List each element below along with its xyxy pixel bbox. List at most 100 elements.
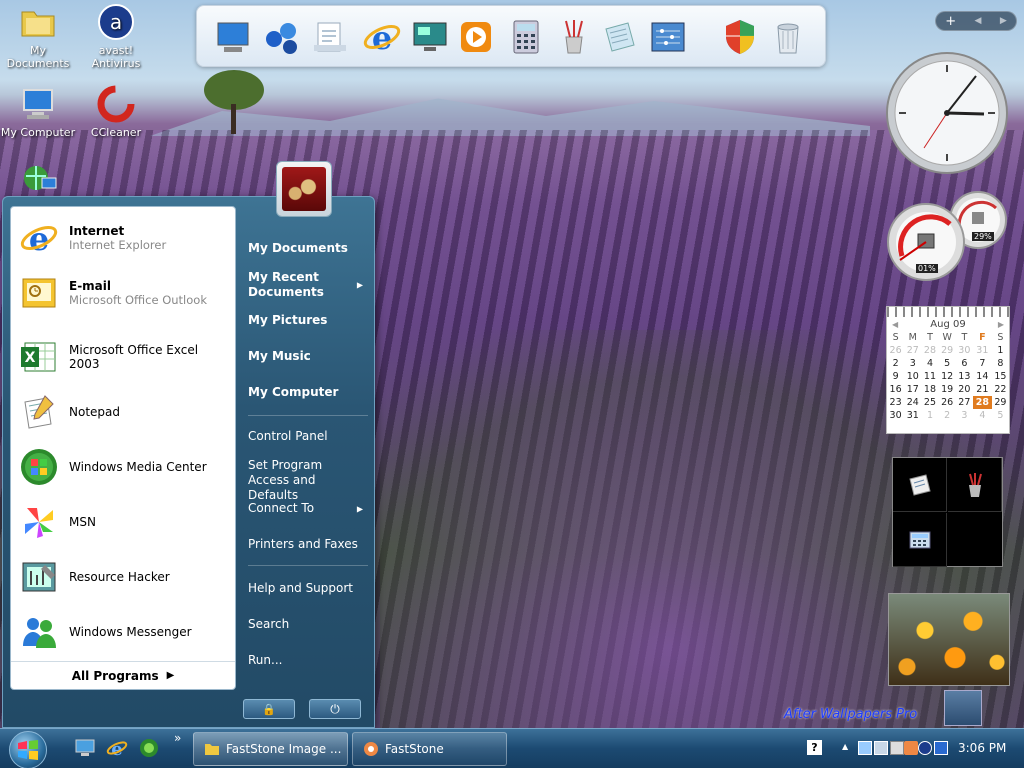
clock-gadget[interactable]: [884, 50, 1010, 176]
calendar-day[interactable]: 2: [939, 409, 956, 422]
calendar-day[interactable]: 4: [921, 357, 938, 370]
calendar-day[interactable]: 29: [939, 344, 956, 357]
power-button[interactable]: ⏻: [309, 699, 361, 719]
place-my-documents[interactable]: My Documents: [243, 241, 369, 256]
calendar-today[interactable]: 28: [972, 396, 992, 409]
calendar-day[interactable]: 26: [887, 344, 904, 357]
calendar-day[interactable]: 15: [992, 370, 1009, 383]
prev-gadget-button[interactable]: ◀: [975, 16, 982, 26]
calendar-day[interactable]: 10: [904, 370, 921, 383]
pinned-email[interactable]: E-mail Microsoft Office Outlook: [17, 268, 231, 318]
place-set-program-access[interactable]: Set Program Access and Defaults: [243, 458, 369, 503]
desktop-icon-my-computer[interactable]: My Computer: [0, 84, 76, 139]
calendar-prev-button[interactable]: ◀: [892, 320, 898, 329]
calendar-day[interactable]: 21: [973, 383, 992, 396]
calendar-day[interactable]: 4: [973, 409, 992, 422]
recent-program-resource-hacker[interactable]: Resource Hacker: [17, 552, 231, 602]
calendar-day[interactable]: 3: [956, 409, 973, 422]
monitor-icon[interactable]: [407, 14, 453, 60]
security-shield-icon[interactable]: [717, 14, 763, 60]
paint-brushes-icon[interactable]: [551, 14, 597, 60]
place-my-recent-documents[interactable]: My Recent Documents ▶: [243, 270, 369, 300]
safely-remove-tray-icon[interactable]: [890, 741, 904, 755]
place-search[interactable]: Search: [243, 617, 369, 632]
calendar-day[interactable]: 9: [887, 370, 904, 383]
word-tray-icon[interactable]: [934, 741, 948, 755]
desktop-icon-avast[interactable]: a avast! Antivirus: [78, 2, 154, 70]
show-hidden-icons-button[interactable]: ▲: [842, 742, 848, 751]
computer-icon[interactable]: [211, 14, 257, 60]
recent-program-excel[interactable]: X Microsoft Office Excel 2003: [17, 332, 231, 382]
place-printers-and-faxes[interactable]: Printers and Faxes: [243, 537, 369, 552]
calendar-day[interactable]: 8: [992, 357, 1009, 370]
calendar-day[interactable]: 26: [939, 396, 956, 409]
calendar-day[interactable]: 13: [956, 370, 973, 383]
calculator-icon[interactable]: [503, 14, 549, 60]
quick-launch-overflow-button[interactable]: »: [174, 731, 181, 745]
calendar-day[interactable]: 11: [921, 370, 938, 383]
desktop-icon-ccleaner[interactable]: CCleaner: [78, 84, 154, 139]
calendar-gadget[interactable]: ◀ Aug 09 ▶ S M T W T F S 26 27 28 29 30 31 1 2 3 4 5 6 7 8 9 1…: [886, 306, 1010, 434]
paint-brushes-icon[interactable]: [948, 458, 1002, 512]
calendar-day[interactable]: 30: [956, 344, 973, 357]
calendar-day[interactable]: 1: [921, 409, 938, 422]
calendar-next-button[interactable]: ▶: [998, 320, 1004, 329]
calendar-day[interactable]: 2: [887, 357, 904, 370]
taskbar-button-faststone[interactable]: FastStone: [352, 732, 507, 766]
desktop-icon-my-documents[interactable]: My Documents: [0, 2, 76, 70]
internet-explorer-icon[interactable]: e: [106, 737, 128, 759]
calendar-day[interactable]: 14: [973, 370, 992, 383]
place-my-pictures[interactable]: My Pictures: [243, 313, 369, 328]
calendar-day[interactable]: 12: [939, 370, 956, 383]
taskbar-button-faststone-image[interactable]: FastStone Image ...: [193, 732, 348, 766]
internet-explorer-icon[interactable]: e: [359, 14, 405, 60]
media-player-icon[interactable]: [453, 14, 499, 60]
taskbar-clock[interactable]: 3:06 PM: [958, 741, 1006, 755]
add-gadget-button[interactable]: +: [945, 14, 956, 29]
control-panel-icon[interactable]: [645, 14, 691, 60]
wallpaper-thumbnail[interactable]: [944, 690, 982, 726]
calculator-icon[interactable]: [893, 513, 947, 567]
calendar-day[interactable]: 16: [887, 383, 904, 396]
desktop-icon-network[interactable]: [0, 158, 76, 200]
calendar-day[interactable]: 27: [904, 344, 921, 357]
network-tray-icon[interactable]: [858, 741, 872, 755]
calendar-day[interactable]: 5: [939, 357, 956, 370]
calendar-day[interactable]: 28: [921, 344, 938, 357]
faststone-tray-icon[interactable]: [904, 741, 918, 755]
place-my-computer[interactable]: My Computer: [243, 385, 369, 400]
next-gadget-button[interactable]: ▶: [1000, 16, 1007, 26]
all-programs-button[interactable]: All Programs ▶: [11, 661, 235, 689]
recycle-bin-icon[interactable]: [765, 14, 811, 60]
documents-icon[interactable]: [307, 14, 353, 60]
recent-program-msn[interactable]: MSN: [17, 497, 231, 547]
place-my-music[interactable]: My Music: [243, 349, 369, 364]
calendar-day[interactable]: 19: [939, 383, 956, 396]
calendar-day[interactable]: 5: [992, 409, 1009, 422]
notepad-icon[interactable]: [597, 14, 643, 60]
avast-tray-icon[interactable]: [918, 741, 932, 755]
calendar-day[interactable]: 6: [956, 357, 973, 370]
show-desktop-icon[interactable]: [74, 737, 96, 759]
place-run[interactable]: Run...: [243, 653, 369, 668]
recent-program-notepad[interactable]: Notepad: [17, 387, 231, 437]
start-button[interactable]: [9, 731, 47, 768]
display-tray-icon[interactable]: [874, 741, 888, 755]
notepad-icon[interactable]: [893, 458, 947, 512]
calendar-day[interactable]: 23: [887, 396, 904, 409]
user-picture[interactable]: [276, 161, 332, 217]
pinned-internet[interactable]: e Internet Internet Explorer: [17, 213, 231, 263]
calendar-day[interactable]: 30: [887, 409, 904, 422]
lock-button[interactable]: 🔒: [243, 699, 295, 719]
place-help-and-support[interactable]: Help and Support: [243, 581, 369, 596]
calendar-day[interactable]: 20: [956, 383, 973, 396]
calendar-day[interactable]: 29: [992, 396, 1009, 409]
cpu-meter-gadget[interactable]: 01% 29%: [886, 190, 1014, 286]
calendar-day[interactable]: 3: [904, 357, 921, 370]
calendar-day[interactable]: 1: [992, 344, 1009, 357]
calendar-day[interactable]: 31: [973, 344, 992, 357]
calendar-day[interactable]: 31: [904, 409, 921, 422]
place-connect-to[interactable]: Connect To ▶: [243, 501, 369, 516]
calendar-day[interactable]: 25: [921, 396, 938, 409]
calendar-day[interactable]: 18: [921, 383, 938, 396]
